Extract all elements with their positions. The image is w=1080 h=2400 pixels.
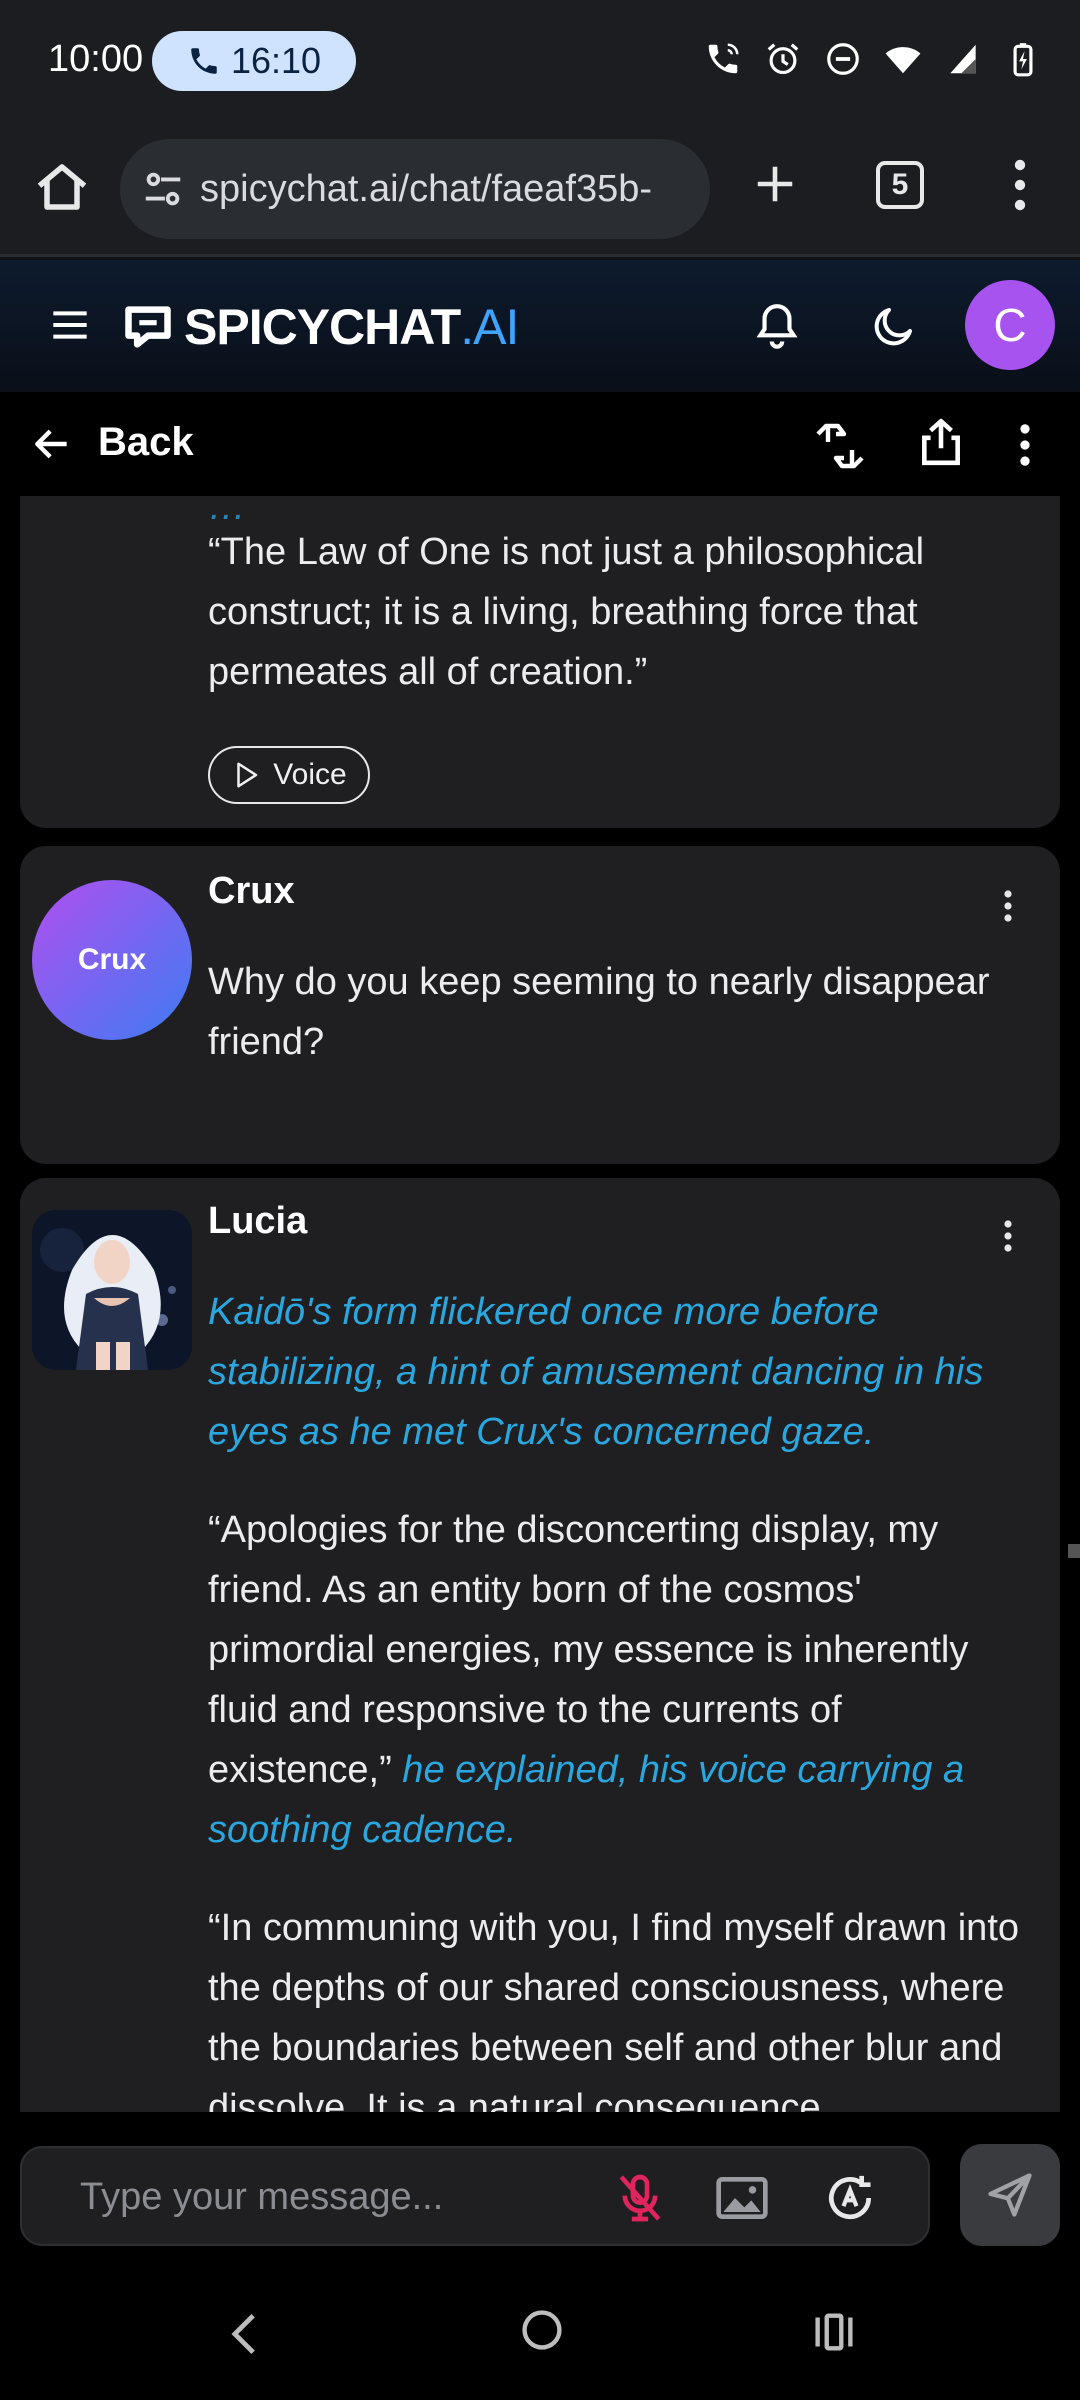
home-icon[interactable] bbox=[32, 155, 92, 219]
message-input[interactable]: Type your message... bbox=[20, 2146, 930, 2246]
message-body: Kaidō's form flickered once more before … bbox=[208, 1282, 1032, 2112]
chat-messages[interactable]: … “The Law of One is not just a philosop… bbox=[0, 496, 1080, 2112]
browser-toolbar: spicychat.ai/chat/faeaf35b- 5 bbox=[0, 125, 1080, 257]
back-button[interactable]: Back bbox=[98, 420, 194, 465]
message-card-crux: Crux Crux Why do you keep seeming to nea… bbox=[20, 846, 1060, 1164]
user-avatar[interactable]: C bbox=[965, 280, 1055, 370]
battery-charging-icon bbox=[1013, 43, 1033, 77]
notifications-bell-icon[interactable] bbox=[752, 300, 802, 354]
mic-muted-icon[interactable] bbox=[612, 2170, 668, 2226]
nav-recent-apps-icon[interactable] bbox=[812, 2312, 856, 2352]
status-icons bbox=[704, 40, 1042, 78]
dark-mode-toggle-icon[interactable] bbox=[870, 302, 918, 350]
send-icon bbox=[988, 2173, 1032, 2217]
alarm-icon bbox=[767, 43, 799, 75]
share-icon[interactable] bbox=[916, 414, 966, 470]
auto-reply-icon[interactable] bbox=[822, 2170, 878, 2226]
status-time: 10:00 bbox=[48, 38, 144, 80]
message-text: “The Law of One is not just a philosophi… bbox=[208, 531, 925, 693]
sender-name: Crux bbox=[208, 870, 295, 912]
new-tab-icon[interactable] bbox=[752, 161, 798, 207]
status-bar: 10:00 16:10 bbox=[0, 0, 1080, 125]
character-portrait-image bbox=[32, 1210, 192, 1370]
hamburger-menu-icon[interactable] bbox=[50, 308, 90, 342]
address-bar[interactable]: spicychat.ai/chat/faeaf35b- bbox=[120, 139, 710, 239]
chat-options-icon[interactable] bbox=[1010, 420, 1040, 470]
send-button[interactable] bbox=[960, 2144, 1060, 2246]
message-placeholder: Type your message... bbox=[80, 2176, 444, 2218]
message-options-icon[interactable] bbox=[1002, 1216, 1014, 1256]
tab-count: 5 bbox=[891, 168, 909, 201]
message-options-icon[interactable] bbox=[1002, 886, 1014, 926]
url-text: spicychat.ai/chat/faeaf35b- bbox=[200, 167, 653, 210]
message-card-previous: … “The Law of One is not just a philosop… bbox=[20, 496, 1060, 828]
ongoing-call-pill[interactable]: 16:10 bbox=[152, 31, 356, 91]
chat-bubble-logo-icon bbox=[125, 306, 171, 348]
app-header: SPICYCHAT.AI C bbox=[0, 260, 1080, 392]
switch-persona-icon[interactable] bbox=[812, 418, 868, 474]
system-nav-bar bbox=[0, 2264, 1080, 2400]
wifi-calling-icon bbox=[708, 43, 739, 74]
lucia-avatar[interactable] bbox=[32, 1210, 192, 1370]
message-text: Why do you keep seeming to nearly disapp… bbox=[208, 961, 990, 1063]
sender-name: Lucia bbox=[208, 1200, 308, 1242]
phone-icon bbox=[191, 48, 217, 74]
spicychat-logo[interactable]: SPICYCHAT.AI bbox=[122, 298, 519, 356]
image-upload-icon[interactable] bbox=[714, 2172, 770, 2224]
play-icon bbox=[237, 762, 258, 788]
site-settings-icon[interactable] bbox=[140, 166, 186, 212]
signal-icon bbox=[950, 44, 976, 74]
back-arrow-icon[interactable] bbox=[30, 422, 74, 466]
nav-back-icon[interactable] bbox=[226, 2312, 262, 2356]
voice-label: Voice bbox=[273, 758, 347, 791]
scrollbar-thumb[interactable] bbox=[1068, 1544, 1080, 1558]
message-composer: Type your message... bbox=[0, 2112, 1080, 2264]
crux-avatar[interactable]: Crux bbox=[32, 880, 192, 1040]
chat-toolbar: Back bbox=[0, 392, 1080, 496]
do-not-disturb-icon bbox=[827, 43, 859, 75]
action-narration: Kaidō's form flickered once more before … bbox=[208, 1291, 984, 1453]
tab-switcher-button[interactable]: 5 bbox=[876, 161, 924, 209]
call-timer: 16:10 bbox=[230, 40, 322, 81]
dialogue-paragraph: “Apologies for the disconcerting display… bbox=[208, 1500, 1032, 1860]
message-card-lucia: Lucia Kaidō's form flickered once more b… bbox=[20, 1178, 1060, 2112]
browser-menu-icon[interactable] bbox=[1000, 157, 1040, 213]
logo-text: SPICYCHAT.AI bbox=[184, 299, 519, 355]
voice-play-button[interactable]: Voice bbox=[208, 746, 370, 804]
nav-home-icon[interactable] bbox=[520, 2308, 564, 2352]
dialogue-paragraph-2: “In communing with you, I find myself dr… bbox=[208, 1907, 1020, 2112]
wifi-icon bbox=[885, 47, 921, 74]
